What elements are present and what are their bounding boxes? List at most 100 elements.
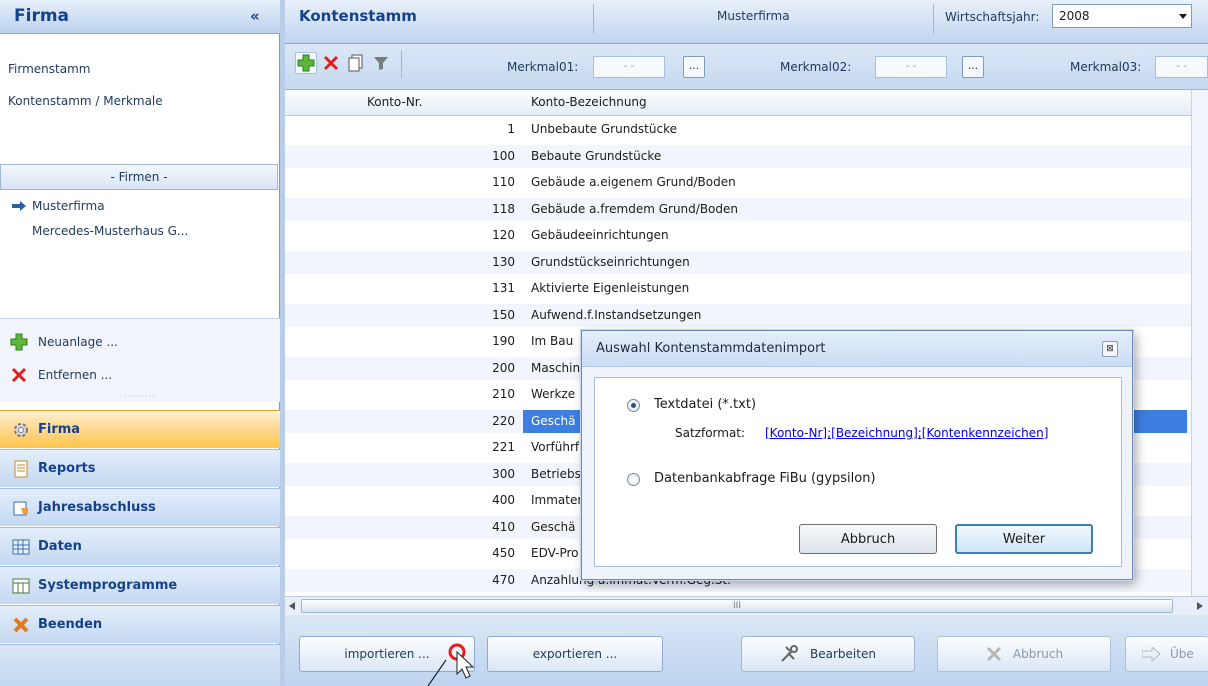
accept-button[interactable]: Übe [1125, 636, 1208, 672]
cell-konto-bezeichnung: Werkze [531, 387, 576, 401]
export-label: exportieren ... [532, 647, 618, 661]
link-kontenstamm[interactable]: Kontenstamm / Merkmale [8, 94, 163, 108]
link-firmenstamm[interactable]: Firmenstamm [8, 62, 90, 76]
dialog-titlebar[interactable]: Auswahl Kontenstammdatenimport ⊠ [582, 331, 1132, 367]
cell-konto-nr: 400 [492, 493, 515, 507]
cell-konto-bezeichnung: Maschin [531, 360, 581, 375]
cell-konto-nr: 131 [492, 281, 515, 295]
delete-button[interactable] [320, 52, 342, 74]
table-row[interactable]: 110 Gebäude a.eigenem Grund/Boden [285, 171, 1191, 194]
close-icon[interactable]: ⊠ [1102, 341, 1118, 357]
cell-konto-nr: 410 [492, 519, 515, 534]
table-row[interactable]: 130 Grundstückseinrichtungen [285, 250, 1191, 274]
copy-icon [348, 54, 363, 72]
cell-konto-nr: 120 [492, 228, 515, 242]
cell-konto-nr: 210 [492, 387, 515, 401]
company-name: Musterfirma [717, 9, 790, 23]
cell-konto-nr: 200 [492, 360, 515, 375]
merkmal01-field[interactable]: - - [593, 56, 665, 78]
left-panel-title: Firma [14, 6, 70, 26]
nav-jahresabschluss[interactable]: Jahresabschluss [0, 488, 280, 526]
scroll-left-icon[interactable] [289, 602, 295, 610]
format-link[interactable]: [Konto-Nr];[Bezeichnung];[Kontenkennzeic… [765, 426, 1048, 440]
new-label: Neuanlage ... [38, 335, 118, 349]
column-konto-nr[interactable]: Konto-Nr. [367, 95, 422, 109]
merkmal02-browse-button[interactable]: ... [962, 56, 984, 78]
fiscal-year-value: 2008 [1059, 9, 1090, 23]
nav-footer [0, 644, 280, 686]
report-icon [14, 460, 28, 477]
cell-konto-bezeichnung: Aktivierte Eigenleistungen [531, 281, 690, 295]
edit-button[interactable]: Bearbeiten [741, 636, 915, 672]
splitter-grip[interactable]: ········· [0, 393, 280, 401]
cancel-icon [986, 646, 1001, 662]
radio-textfile[interactable] [627, 399, 640, 412]
radio-database[interactable] [627, 473, 640, 486]
nav-daten[interactable]: Daten [0, 527, 280, 565]
merkmal01-browse-button[interactable]: ... [683, 56, 705, 78]
radio-textfile-label[interactable]: Textdatei (*.txt) [654, 397, 756, 412]
nav-jahresabschluss-label: Jahresabschluss [38, 500, 156, 515]
nav-daten-label: Daten [38, 539, 82, 554]
cell-konto-bezeichnung: Unbebaute Grundstücke [531, 122, 677, 136]
filter-button[interactable] [370, 52, 392, 74]
cell-konto-bezeichnung: Geschä [531, 519, 576, 534]
cell-konto-bezeichnung: Gebäude a.eigenem Grund/Boden [531, 175, 736, 189]
nav-reports-label: Reports [38, 461, 96, 476]
bottom-cancel-button[interactable]: Abbruch [937, 636, 1111, 672]
table-row[interactable]: 131 Aktivierte Eigenleistungen [285, 277, 1191, 300]
export-button[interactable]: exportieren ... [487, 636, 663, 672]
left-panel-header: Firma « [0, 0, 280, 34]
table-row[interactable]: 150 Aufwend.f.Instandsetzungen [285, 303, 1191, 327]
left-panel: Firma « Firmenstamm Kontenstamm / Merkma… [0, 0, 280, 686]
firm-item-mercedes[interactable]: Mercedes-Musterhaus G... [32, 224, 188, 238]
cell-konto-bezeichnung: Vorführf [531, 440, 580, 454]
table-row[interactable]: 118 Gebäude a.fremdem Grund/Boden [285, 197, 1191, 221]
table-row[interactable]: 1 Unbebaute Grundstücke [285, 118, 1191, 141]
copy-button[interactable] [345, 52, 367, 74]
cell-konto-nr: 220 [492, 413, 515, 428]
collapse-icon[interactable]: « [250, 7, 260, 25]
nav-beenden[interactable]: Beenden [0, 605, 280, 643]
delete-icon [11, 367, 27, 383]
cell-konto-nr: 100 [492, 148, 515, 163]
vertical-scrollbar[interactable] [1191, 90, 1208, 596]
year-end-icon [13, 501, 28, 515]
cell-konto-bezeichnung: EDV-Pro [531, 546, 579, 560]
fiscal-year-select[interactable]: 2008 [1052, 4, 1192, 28]
nav-firma[interactable]: Firma [0, 410, 280, 448]
bottom-cancel-label: Abbruch [1012, 647, 1064, 661]
nav-systemprogramme-label: Systemprogramme [38, 578, 178, 593]
remove-button[interactable]: Entfernen ... [10, 366, 112, 384]
horizontal-scrollbar[interactable]: III [285, 596, 1208, 615]
merkmal02-label: Merkmal02: [780, 60, 852, 74]
new-button[interactable]: Neuanlage ... [10, 333, 118, 351]
cell-konto-bezeichnung: Im Bau [531, 334, 574, 348]
scroll-right-icon[interactable] [1197, 602, 1203, 610]
dialog-cancel-button[interactable]: Abbruch [799, 524, 937, 554]
cell-konto-nr: 1 [507, 122, 515, 136]
add-button[interactable] [295, 52, 317, 74]
fiscal-year-label: Wirtschaftsjahr: [945, 10, 1040, 24]
table-row[interactable]: 100 Bebaute Grundstücke [285, 144, 1191, 168]
cell-konto-bezeichnung: Gebäude a.fremdem Grund/Boden [531, 201, 738, 216]
horizontal-scroll-thumb[interactable]: III [301, 599, 1173, 613]
firm-item-musterfirma[interactable]: Musterfirma [12, 199, 105, 213]
column-konto-bezeichnung[interactable]: Konto-Bezeichnung [531, 95, 647, 109]
delete-icon [323, 55, 339, 71]
radio-database-label[interactable]: Datenbankabfrage FiBu (gypsilon) [654, 471, 876, 486]
merkmal03-label: Merkmal03: [1070, 60, 1142, 74]
cell-konto-bezeichnung: Aufwend.f.Instandsetzungen [531, 307, 702, 322]
remove-label: Entfernen ... [38, 368, 113, 382]
table-row[interactable]: 120 Gebäudeeinrichtungen [285, 224, 1191, 247]
arrow-right-icon [12, 201, 26, 211]
nav-systemprogramme[interactable]: Systemprogramme [0, 566, 280, 604]
merkmal01-label: Merkmal01: [507, 60, 579, 74]
cell-konto-bezeichnung: Grundstückseinrichtungen [531, 254, 690, 269]
dialog-next-label: Weiter [1002, 531, 1046, 547]
merkmal02-field[interactable]: - - [875, 56, 947, 78]
merkmal03-field[interactable]: - - [1155, 56, 1208, 78]
nav-reports[interactable]: Reports [0, 449, 280, 487]
dialog-next-button[interactable]: Weiter [955, 524, 1093, 554]
add-icon [10, 333, 28, 351]
